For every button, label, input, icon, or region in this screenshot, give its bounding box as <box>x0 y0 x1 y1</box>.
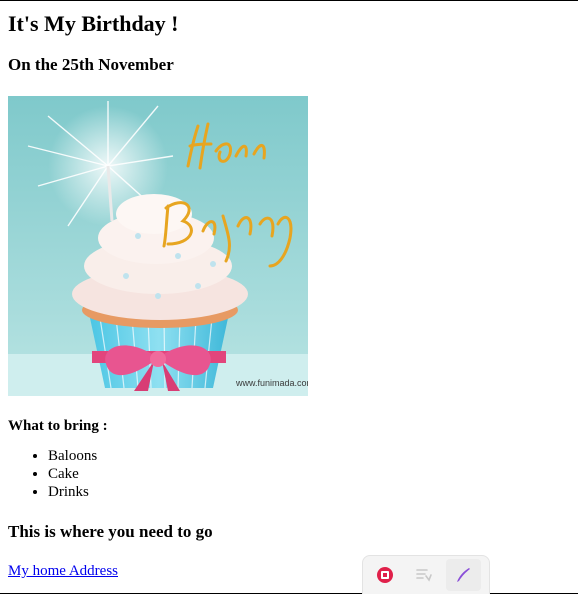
list-button[interactable] <box>406 559 441 591</box>
home-address-link[interactable]: My home Address <box>8 562 118 580</box>
directions-heading: This is where you need to go <box>8 522 213 541</box>
list-item: Baloons <box>48 447 570 465</box>
what-to-bring-label: What to bring : <box>8 418 108 434</box>
content: It's My Birthday ! On the 25th November <box>8 1 570 580</box>
event-date: On the 25th November <box>8 55 174 74</box>
pen-icon <box>457 568 471 582</box>
list-item: Drinks <box>48 483 570 501</box>
list-icon <box>416 569 432 582</box>
image-watermark: www.funimada.com <box>235 378 308 388</box>
floating-toolbar <box>362 555 490 594</box>
page: It's My Birthday ! On the 25th November <box>0 0 578 594</box>
birthday-cupcake-image: www.funimada.com <box>8 96 308 396</box>
list-item: Cake <box>48 465 570 483</box>
record-button[interactable] <box>367 559 402 591</box>
bring-list: Baloons Cake Drinks <box>8 447 570 501</box>
cupcake-illustration: www.funimada.com <box>8 96 308 396</box>
record-icon <box>376 567 393 583</box>
page-title: It's My Birthday ! <box>8 11 179 36</box>
pen-button[interactable] <box>445 559 481 591</box>
